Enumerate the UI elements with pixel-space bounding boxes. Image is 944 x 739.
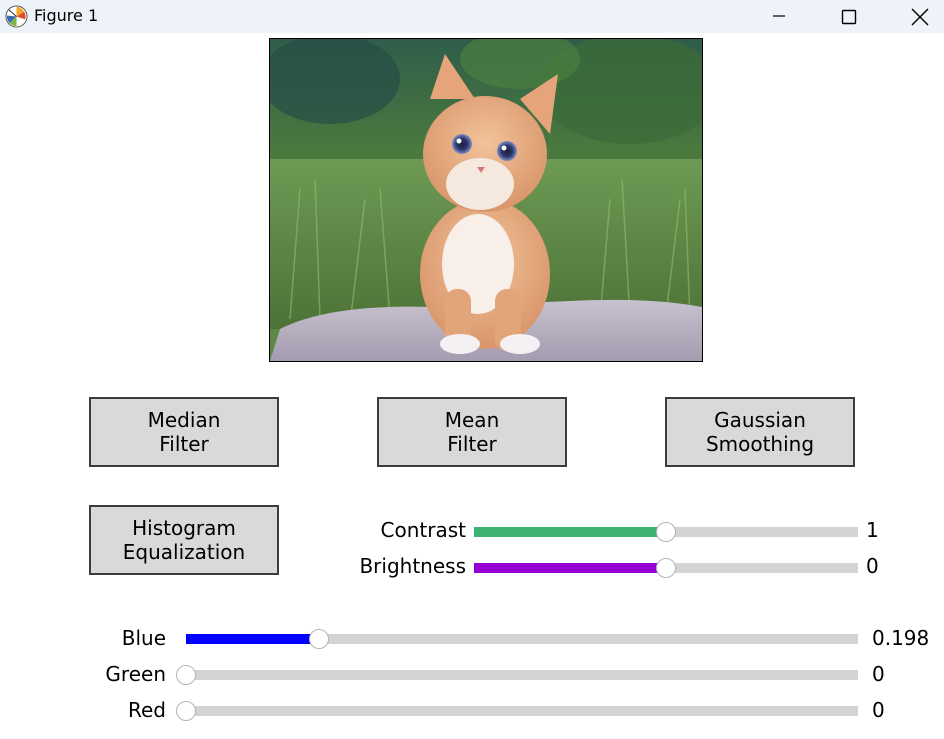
minimize-icon bbox=[773, 15, 785, 17]
mean-filter-button[interactable]: Mean Filter bbox=[377, 397, 567, 467]
contrast-slider-handle[interactable] bbox=[656, 522, 676, 542]
red-slider-handle[interactable] bbox=[176, 701, 196, 721]
red-label: Red bbox=[128, 698, 166, 722]
median-filter-button[interactable]: Median Filter bbox=[89, 397, 279, 467]
gaussian-smoothing-button[interactable]: Gaussian Smoothing bbox=[665, 397, 855, 467]
brightness-slider-fill bbox=[474, 563, 666, 573]
close-button[interactable] bbox=[897, 0, 943, 33]
green-label: Green bbox=[105, 662, 166, 686]
green-slider-handle[interactable] bbox=[176, 665, 196, 685]
green-slider[interactable] bbox=[176, 665, 858, 685]
maximize-icon bbox=[841, 9, 857, 25]
blue-slider-handle[interactable] bbox=[309, 629, 329, 649]
green-value: 0 bbox=[872, 662, 885, 686]
title-bar: Figure 1 bbox=[0, 0, 944, 33]
kitten-photo bbox=[270, 39, 702, 361]
blue-slider[interactable] bbox=[186, 629, 858, 649]
red-slider[interactable] bbox=[176, 701, 858, 721]
contrast-slider[interactable] bbox=[474, 522, 858, 542]
window-title: Figure 1 bbox=[34, 6, 99, 25]
brightness-slider[interactable] bbox=[474, 558, 858, 578]
kitten-image bbox=[269, 38, 703, 362]
maximize-button[interactable] bbox=[826, 0, 872, 33]
matplotlib-icon bbox=[5, 5, 28, 28]
red-value: 0 bbox=[872, 698, 885, 722]
minimize-button[interactable] bbox=[756, 0, 802, 33]
blue-value: 0.198 bbox=[872, 626, 930, 650]
brightness-label: Brightness bbox=[359, 554, 466, 578]
close-icon bbox=[911, 8, 929, 26]
contrast-label: Contrast bbox=[380, 518, 466, 542]
histogram-equalization-button[interactable]: Histogram Equalization bbox=[89, 505, 279, 575]
brightness-value: 0 bbox=[866, 554, 879, 578]
contrast-slider-fill bbox=[474, 527, 666, 537]
blue-slider-fill bbox=[186, 634, 319, 644]
contrast-value: 1 bbox=[866, 518, 879, 542]
blue-label: Blue bbox=[121, 626, 166, 650]
brightness-slider-handle[interactable] bbox=[656, 558, 676, 578]
